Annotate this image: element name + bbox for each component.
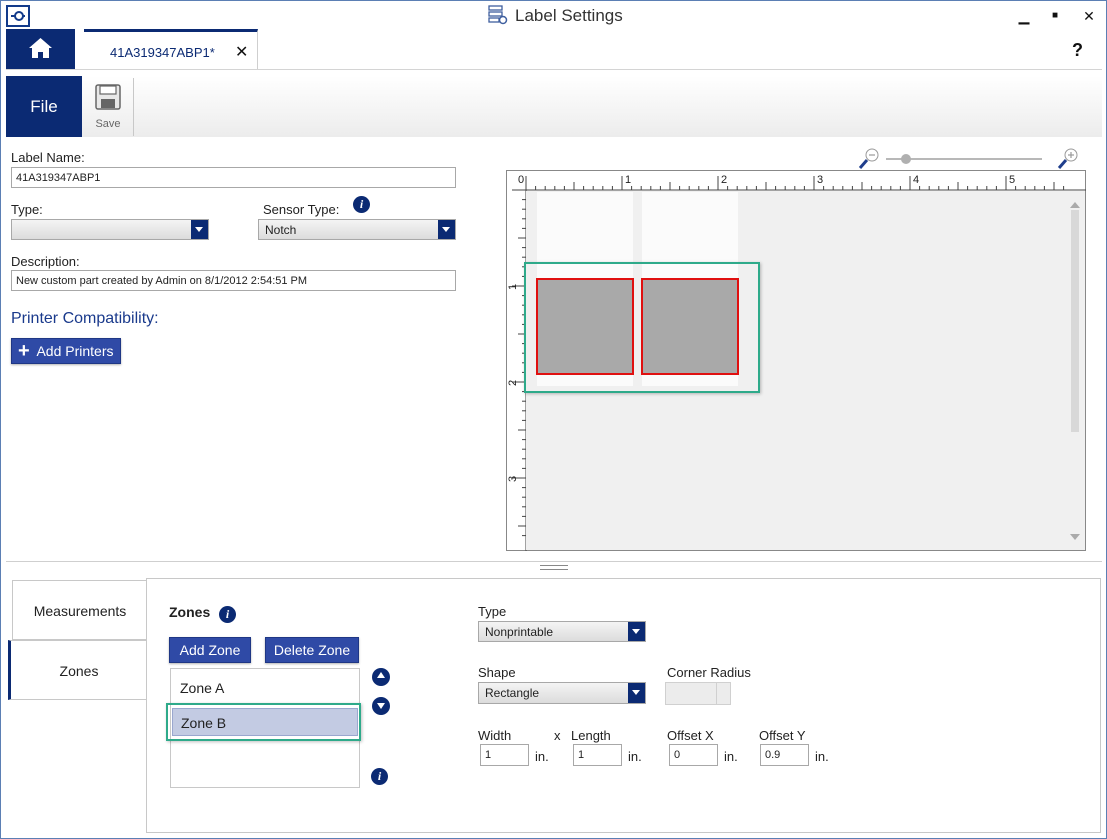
h-ruler-label: 1: [625, 174, 631, 186]
width-input[interactable]: [480, 744, 529, 766]
h-ruler-label: 2: [721, 174, 727, 186]
tab-zones[interactable]: Zones: [8, 640, 147, 700]
times-symbol: x: [554, 728, 561, 743]
offset-y-unit: in.: [815, 749, 829, 764]
splitter-grip-icon[interactable]: [540, 565, 568, 570]
description-label: Description:: [11, 254, 80, 269]
label-name-label: Label Name:: [11, 150, 85, 165]
window-title: Label Settings: [515, 6, 623, 25]
offset-x-input[interactable]: [669, 744, 718, 766]
panel-splitter[interactable]: [6, 561, 1102, 562]
sensor-type-label: Sensor Type:: [263, 202, 340, 217]
save-icon: [95, 84, 121, 110]
zones-heading: Zones: [169, 604, 211, 620]
chevron-down-icon: [191, 220, 208, 239]
move-up-icon[interactable]: [372, 668, 390, 686]
ribbon: [6, 76, 1102, 137]
chevron-down-icon: [628, 683, 645, 703]
add-printers-label: Add Printers: [36, 343, 114, 359]
shape-dropdown[interactable]: Rectangle: [478, 682, 646, 704]
h-ruler-label: 5: [1009, 174, 1015, 186]
length-input[interactable]: [573, 744, 622, 766]
label-name-input[interactable]: [11, 167, 456, 188]
minimize-button[interactable]: ▁: [1009, 4, 1039, 28]
h-ruler-label: 4: [913, 174, 919, 186]
app-logo: [6, 5, 30, 27]
chevron-down-icon: [438, 220, 455, 239]
h-ruler-label: 3: [817, 174, 823, 186]
offset-y-input[interactable]: [760, 744, 809, 766]
type-label: Type:: [11, 202, 43, 217]
scroll-up-icon[interactable]: [1070, 202, 1080, 208]
scroll-down-icon[interactable]: [1070, 534, 1080, 540]
home-icon: [29, 38, 52, 58]
corner-radius-spinner: [665, 682, 731, 705]
width-unit: in.: [535, 749, 549, 764]
offset-x-unit: in.: [724, 749, 738, 764]
close-tab-icon[interactable]: ✕: [235, 42, 248, 62]
zone-b-highlight: [166, 703, 361, 741]
add-printers-button[interactable]: + Add Printers: [11, 338, 121, 364]
zoom-out-icon[interactable]: [858, 148, 880, 170]
offset-y-label: Offset Y: [759, 728, 806, 743]
file-button[interactable]: File: [6, 76, 82, 137]
chevron-down-icon: [628, 622, 645, 641]
vertical-scrollbar[interactable]: [1071, 210, 1079, 432]
zone-type-label: Type: [478, 604, 507, 619]
label-settings-icon: [488, 5, 508, 25]
type-dropdown[interactable]: [11, 219, 209, 240]
shape-value: Rectangle: [485, 686, 540, 700]
sensor-type-value: Notch: [265, 223, 297, 237]
ribbon-separator: [133, 78, 134, 136]
info-icon[interactable]: i: [219, 606, 236, 623]
description-input[interactable]: [11, 270, 456, 291]
move-down-icon[interactable]: [372, 697, 390, 715]
list-item-zone-a[interactable]: Zone A: [172, 674, 358, 702]
zone-type-value: Nonprintable: [485, 625, 554, 639]
delete-zone-button[interactable]: Delete Zone: [265, 637, 359, 663]
info-icon[interactable]: i: [371, 768, 388, 785]
home-button[interactable]: [6, 29, 75, 69]
document-tab[interactable]: 41A319347ABP1* ✕: [84, 29, 258, 69]
info-icon[interactable]: i: [353, 196, 370, 213]
length-label: Length: [571, 728, 611, 743]
maximize-button[interactable]: ■: [1040, 4, 1070, 28]
corner-radius-label: Corner Radius: [667, 665, 751, 680]
shape-label: Shape: [478, 665, 516, 680]
zoom-in-icon[interactable]: [1057, 148, 1079, 170]
v-ruler-label: 1: [507, 284, 519, 290]
v-ruler-label: 2: [507, 380, 519, 386]
selection-highlight: [524, 262, 760, 393]
add-zone-button[interactable]: Add Zone: [169, 637, 251, 663]
close-button[interactable]: ✕: [1074, 4, 1104, 28]
v-ruler-label: 3: [507, 476, 519, 482]
save-label: Save: [95, 118, 121, 130]
zoom-slider-thumb[interactable]: [901, 154, 911, 164]
width-label: Width: [478, 728, 512, 743]
document-tab-label: 41A319347ABP1*: [110, 45, 215, 60]
plus-icon: +: [18, 340, 30, 362]
sensor-type-dropdown[interactable]: Notch: [258, 219, 456, 240]
length-unit: in.: [628, 749, 642, 764]
help-button[interactable]: ?: [1072, 40, 1083, 61]
save-button[interactable]: Save: [88, 80, 128, 134]
tab-measurements[interactable]: Measurements: [12, 580, 147, 640]
tab-divider: [6, 69, 1102, 70]
offset-x-label: Offset X: [667, 728, 714, 743]
h-ruler-label: 0: [518, 174, 524, 186]
printer-compatibility-heading: Printer Compatibility:: [11, 310, 159, 327]
zone-type-dropdown[interactable]: Nonprintable: [478, 621, 646, 642]
